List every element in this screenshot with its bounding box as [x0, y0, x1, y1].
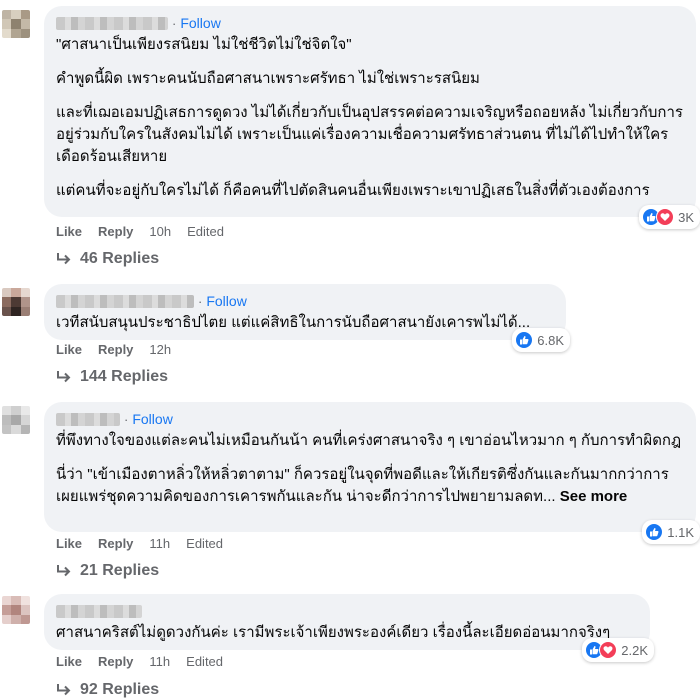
- view-replies-link[interactable]: 92 Replies: [56, 681, 159, 699]
- comment-header: [56, 602, 638, 620]
- comment-bubble: · Follow ที่พึงทางใจของแต่ละคนไม่เหมือนก…: [44, 402, 700, 544]
- edited-label: Edited: [187, 224, 224, 239]
- reaction-count: 1.1K: [667, 524, 694, 540]
- reaction-summary[interactable]: 3K: [639, 205, 700, 229]
- like-button[interactable]: Like: [56, 224, 82, 239]
- love-reaction-icon: [599, 641, 618, 659]
- avatar[interactable]: [2, 10, 30, 38]
- reply-arrow-icon: [57, 253, 71, 265]
- comment-actions: Like Reply 12h: [56, 342, 187, 357]
- author-name-redacted[interactable]: [56, 604, 142, 618]
- comment-paragraph: แต่คนที่จะอยู่กับใครไม่ได้ ก็คือคนที่ไปต…: [56, 182, 650, 199]
- replies-count-label: 144 Replies: [80, 368, 169, 385]
- view-replies-link[interactable]: 46 Replies: [56, 250, 159, 268]
- comment-paragraph: เวทีสนับสนุนประชาธิปไตย แต่แค่สิทธิในการ…: [56, 314, 531, 331]
- follow-button[interactable]: Follow: [206, 293, 246, 309]
- comment-bubble: · Follow เวทีสนับสนุนประชาธิปไตย แต่แค่ส…: [44, 284, 570, 352]
- author-name-redacted[interactable]: [56, 294, 194, 308]
- avatar[interactable]: [2, 406, 30, 434]
- comment-header: · Follow: [56, 410, 684, 428]
- comment-header: · Follow: [56, 292, 554, 310]
- reaction-count: 6.8K: [537, 332, 564, 348]
- comment-bubble: ศาสนาคริสต์ไม่ดูดวงกันค่ะ เรามีพระเจ้าเพ…: [44, 594, 654, 662]
- reaction-summary[interactable]: 1.1K: [642, 520, 700, 544]
- reaction-count: 2.2K: [621, 642, 648, 658]
- timestamp[interactable]: 11h: [149, 654, 170, 669]
- reply-button[interactable]: Reply: [98, 654, 133, 669]
- separator-dot: ·: [172, 15, 177, 31]
- timestamp[interactable]: 12h: [149, 342, 171, 357]
- separator-dot: ·: [198, 293, 203, 309]
- reply-button[interactable]: Reply: [98, 342, 133, 357]
- comment-paragraph: และที่เฌอเอมปฏิเสธการดูดวง ไม่ได้เกี่ยวก…: [56, 104, 683, 165]
- comment-paragraph: "ศาสนาเป็นเพียงรสนิยม ไม่ใช่ชีวิตไม่ใช่จ…: [56, 36, 352, 53]
- separator-dot: ·: [124, 411, 129, 427]
- view-replies-link[interactable]: 144 Replies: [56, 368, 168, 386]
- comment-paragraph-truncated: นี่ว่า "เข้าเมืองตาหลิ่วให้หลิ่วตาตาม" ก…: [56, 464, 684, 508]
- reaction-count: 3K: [678, 209, 694, 225]
- like-reaction-icon: [515, 331, 534, 349]
- follow-button[interactable]: Follow: [132, 411, 172, 427]
- comment-header: · Follow: [56, 14, 684, 32]
- comment-paragraph: ที่พึงทางใจของแต่ละคนไม่เหมือนกันน้า คนท…: [56, 432, 682, 449]
- like-button[interactable]: Like: [56, 536, 82, 551]
- edited-label: Edited: [186, 536, 224, 551]
- avatar[interactable]: [2, 288, 30, 316]
- comment-paragraph: คำพูดนี้ผิด เพราะคนนับถือศาสนาเพราะศรัทธ…: [56, 70, 480, 87]
- reply-arrow-icon: [57, 684, 71, 696]
- see-more-link[interactable]: See more: [560, 488, 628, 505]
- timestamp[interactable]: 11h: [149, 536, 170, 551]
- avatar[interactable]: [2, 596, 30, 624]
- reaction-summary[interactable]: 2.2K: [582, 638, 654, 662]
- reaction-summary[interactable]: 6.8K: [512, 328, 570, 352]
- love-reaction-icon: [656, 208, 675, 226]
- replies-count-label: 21 Replies: [80, 562, 160, 579]
- reply-arrow-icon: [57, 371, 71, 383]
- author-name-redacted[interactable]: [56, 16, 168, 30]
- author-name-redacted[interactable]: [56, 412, 120, 426]
- comment-paragraph: ศาสนาคริสต์ไม่ดูดวงกันค่ะ เรามีพระเจ้าเพ…: [56, 624, 611, 641]
- comment-actions: Like Reply 11h Edited: [56, 654, 239, 669]
- reply-button[interactable]: Reply: [98, 224, 133, 239]
- like-button[interactable]: Like: [56, 654, 82, 669]
- timestamp[interactable]: 10h: [149, 224, 171, 239]
- replies-count-label: 92 Replies: [80, 681, 160, 698]
- comment-bubble: · Follow "ศาสนาเป็นเพียงรสนิยม ไม่ใช่ชีว…: [44, 6, 700, 229]
- like-reaction-icon: [645, 523, 664, 541]
- reply-button[interactable]: Reply: [98, 536, 133, 551]
- replies-count-label: 46 Replies: [80, 250, 160, 267]
- comment-actions: Like Reply 10h Edited: [56, 224, 240, 239]
- comment-actions: Like Reply 11h Edited: [56, 536, 239, 551]
- edited-label: Edited: [186, 654, 224, 669]
- reply-arrow-icon: [57, 565, 71, 577]
- like-button[interactable]: Like: [56, 342, 82, 357]
- follow-button[interactable]: Follow: [180, 15, 220, 31]
- view-replies-link[interactable]: 21 Replies: [56, 562, 159, 580]
